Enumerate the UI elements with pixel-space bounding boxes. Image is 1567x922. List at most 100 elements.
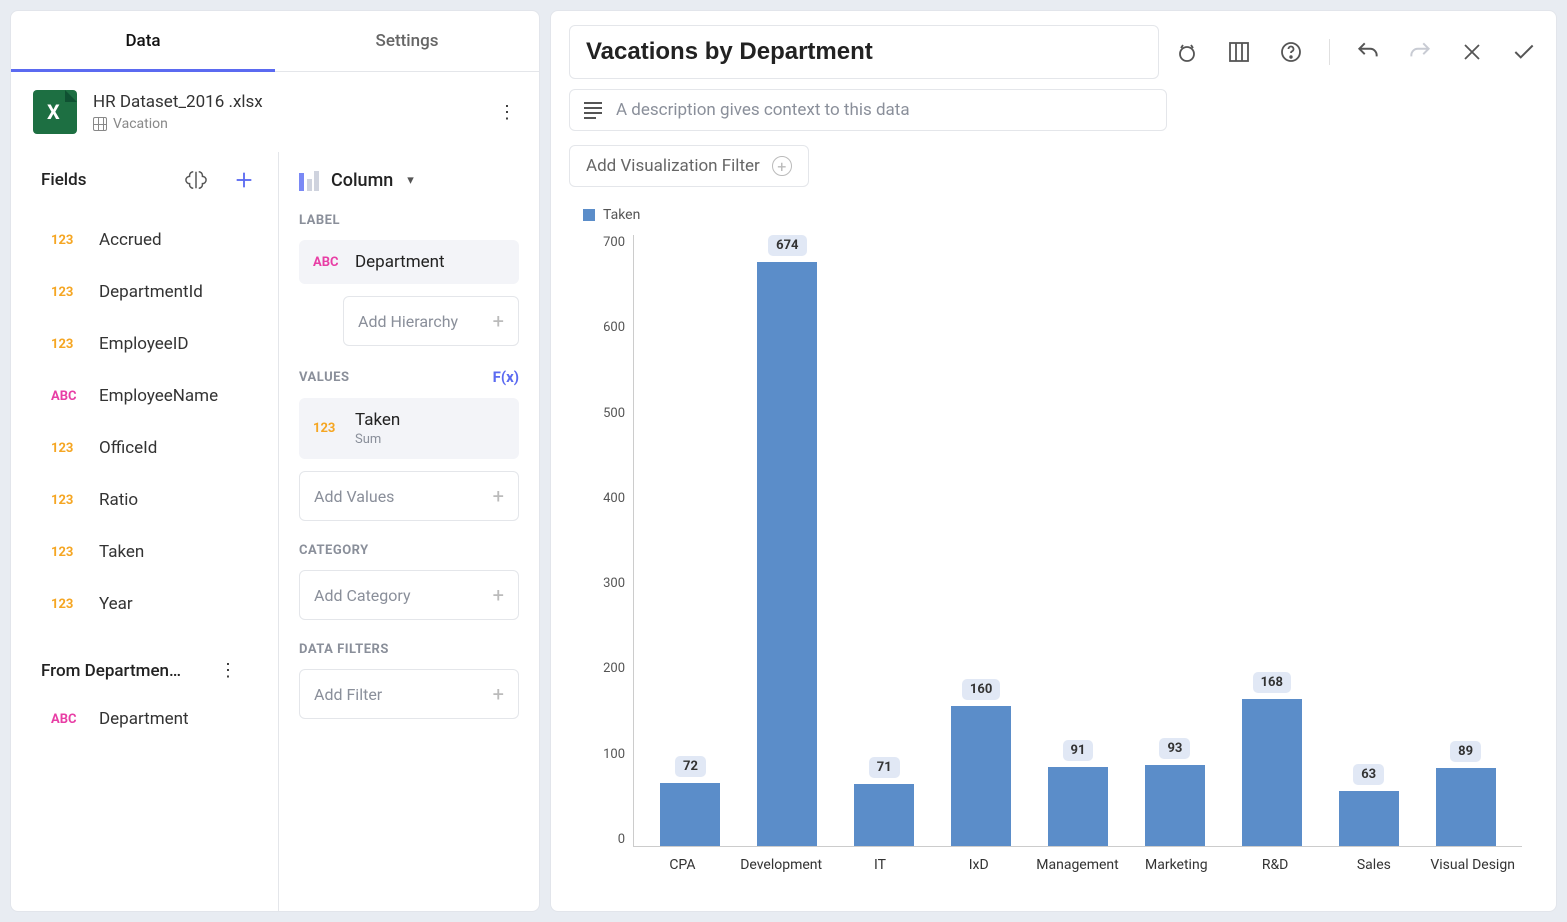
add-category-drop[interactable]: Add Category + xyxy=(299,570,519,620)
bar xyxy=(1242,699,1302,846)
tab-settings[interactable]: Settings xyxy=(275,11,539,71)
y-tick: 100 xyxy=(603,747,625,762)
label-pill-department[interactable]: ABC Department xyxy=(299,240,519,284)
field-item[interactable]: 123 Year xyxy=(41,578,278,630)
bar-wrap[interactable]: 160 xyxy=(933,235,1030,846)
right-panel: A description gives context to this data… xyxy=(550,10,1557,912)
tab-data[interactable]: Data xyxy=(11,11,275,71)
column-chart-icon xyxy=(299,171,319,191)
description-input[interactable]: A description gives context to this data xyxy=(569,89,1167,131)
field-name: OfficeId xyxy=(99,438,157,458)
datasource-menu-button[interactable]: ⋮ xyxy=(497,102,517,123)
fx-button[interactable]: F(x) xyxy=(493,368,519,386)
field-item[interactable]: 123 EmployeeID xyxy=(41,318,278,370)
field-item[interactable]: ABC EmployeeName xyxy=(41,370,278,422)
y-tick: 600 xyxy=(603,320,625,335)
x-tick: IT xyxy=(831,847,930,873)
config-category-header: CATEGORY xyxy=(299,543,519,558)
undo-button[interactable] xyxy=(1354,38,1382,66)
y-tick: 500 xyxy=(603,406,625,421)
plus-icon: + xyxy=(493,484,504,508)
config-filters-header: DATA FILTERS xyxy=(299,642,519,657)
bar xyxy=(854,784,914,846)
brain-icon[interactable] xyxy=(182,166,210,194)
bar-wrap[interactable]: 63 xyxy=(1320,235,1417,846)
type-badge-abc: ABC xyxy=(51,712,85,727)
joined-section-header: From Departmen… xyxy=(41,661,181,681)
viz-title-input[interactable] xyxy=(569,25,1159,79)
bars-container: 7267471160 91 93 168 63 89 xyxy=(634,235,1522,846)
field-name: Taken xyxy=(99,542,144,562)
config-values-header: VALUES xyxy=(299,370,349,385)
joined-field-list: ABC Department xyxy=(11,687,278,755)
fields-column: Fields xyxy=(11,152,279,911)
close-button[interactable] xyxy=(1458,38,1486,66)
field-name: Year xyxy=(99,594,133,614)
redo-button[interactable] xyxy=(1406,38,1434,66)
type-badge-abc: ABC xyxy=(313,255,343,270)
plus-circle-icon: + xyxy=(772,156,792,176)
panel-tabs: Data Settings xyxy=(11,11,539,72)
x-tick: CPA xyxy=(633,847,732,873)
bar-wrap[interactable]: 89 xyxy=(1417,235,1514,846)
field-item[interactable]: ABC Department xyxy=(41,693,278,745)
add-viz-filter-label: Add Visualization Filter xyxy=(586,156,760,176)
y-axis: 7006005004003002001000 xyxy=(579,235,625,847)
bar xyxy=(1145,765,1205,846)
field-list: 123 Accrued 123 DepartmentId 123 Employe… xyxy=(11,208,278,640)
add-values-label: Add Values xyxy=(314,487,394,506)
joined-section-menu-button[interactable]: ⋮ xyxy=(218,660,238,681)
add-viz-filter-button[interactable]: Add Visualization Filter + xyxy=(569,145,809,187)
bar-wrap[interactable]: 91 xyxy=(1030,235,1127,846)
config-label-header: LABEL xyxy=(299,213,519,228)
chart-area: Taken 7006005004003002001000 72674711609… xyxy=(569,187,1538,897)
type-badge-num: 123 xyxy=(313,421,343,436)
field-name: EmployeeName xyxy=(99,386,218,406)
bar-wrap[interactable]: 71 xyxy=(836,235,933,846)
field-item[interactable]: 123 Ratio xyxy=(41,474,278,526)
toolbar-divider xyxy=(1329,39,1330,65)
add-values-drop[interactable]: Add Values + xyxy=(299,471,519,521)
type-badge-num: 123 xyxy=(51,597,85,612)
viz-type-label: Column xyxy=(331,170,393,191)
datasource-table: Vacation xyxy=(113,116,168,132)
value-pill-taken[interactable]: 123 Taken Sum xyxy=(299,398,519,459)
add-category-label: Add Category xyxy=(314,586,411,605)
y-tick: 200 xyxy=(603,661,625,676)
bar-wrap[interactable]: 93 xyxy=(1126,235,1223,846)
bar-value-label: 93 xyxy=(1159,738,1190,759)
chart-legend: Taken xyxy=(583,207,1528,223)
bar-wrap[interactable]: 168 xyxy=(1223,235,1320,846)
add-filter-drop[interactable]: Add Filter + xyxy=(299,669,519,719)
field-item[interactable]: 123 OfficeId xyxy=(41,422,278,474)
field-item[interactable]: 123 DepartmentId xyxy=(41,266,278,318)
bar-value-label: 168 xyxy=(1253,672,1291,693)
type-badge-abc: ABC xyxy=(51,389,85,404)
bar-wrap[interactable]: 674 xyxy=(739,235,836,846)
x-tick: R&D xyxy=(1226,847,1325,873)
bar-value-label: 91 xyxy=(1063,740,1094,761)
type-badge-num: 123 xyxy=(51,233,85,248)
bar xyxy=(660,783,720,846)
help-icon[interactable] xyxy=(1277,38,1305,66)
y-tick: 400 xyxy=(603,491,625,506)
type-badge-num: 123 xyxy=(51,441,85,456)
field-item[interactable]: 123 Accrued xyxy=(41,214,278,266)
add-hierarchy-drop[interactable]: Add Hierarchy + xyxy=(343,296,519,346)
add-field-button[interactable] xyxy=(230,166,258,194)
field-item[interactable]: 123 Taken xyxy=(41,526,278,578)
confirm-button[interactable] xyxy=(1510,38,1538,66)
bar xyxy=(757,262,817,846)
bar-value-label: 89 xyxy=(1450,741,1481,762)
bar-wrap[interactable]: 72 xyxy=(642,235,739,846)
legend-swatch xyxy=(583,209,595,221)
datasource-row: HR Dataset_2016 .xlsx Vacation ⋮ xyxy=(11,72,539,152)
x-tick: Visual Design xyxy=(1423,847,1522,873)
type-badge-num: 123 xyxy=(51,493,85,508)
x-tick: Management xyxy=(1028,847,1127,873)
description-placeholder: A description gives context to this data xyxy=(616,100,910,120)
highlight-icon[interactable] xyxy=(1173,38,1201,66)
grid-icon[interactable] xyxy=(1225,38,1253,66)
description-icon xyxy=(584,102,602,119)
viz-type-selector[interactable]: Column ▾ xyxy=(299,170,519,191)
